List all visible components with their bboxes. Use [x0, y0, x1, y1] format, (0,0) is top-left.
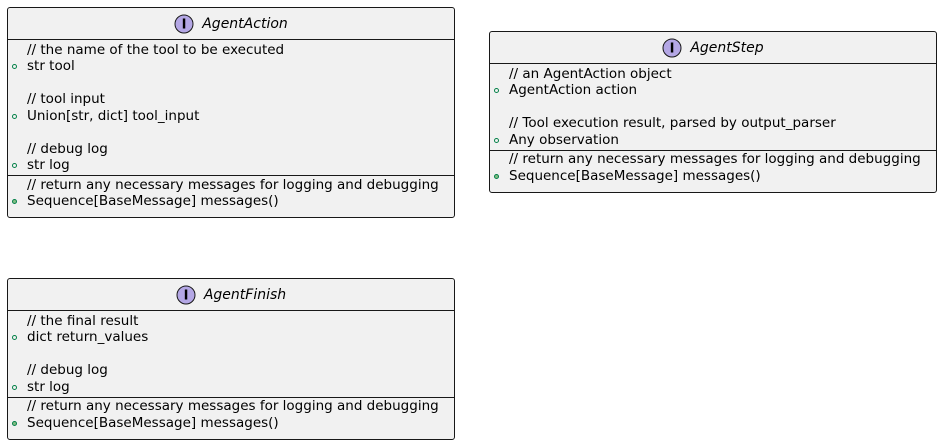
comment-text: // debug log — [27, 362, 108, 378]
comment-text: // debug log — [27, 140, 108, 157]
visibility-dot — [493, 173, 499, 179]
visibility-dot — [11, 199, 17, 205]
field-row: str log — [8, 379, 454, 396]
field-row: Any observation — [490, 132, 936, 149]
class-agentstep: I AgentStep // an AgentAction object AgentA… — [489, 31, 937, 193]
methods-compartment: // return any necessary messages for log… — [8, 396, 454, 433]
comment-text: // the name of the tool to be executed — [27, 41, 285, 58]
class-header: I AgentAction — [8, 8, 454, 40]
public-visibility-icon — [490, 88, 509, 94]
interface-letter: I — [183, 288, 188, 303]
field-text: dict return_values — [27, 329, 149, 345]
fields-compartment: // the final result dict return_values // … — [8, 311, 454, 397]
class-header: I AgentFinish — [8, 279, 454, 311]
comment-text: // return any necessary messages for log… — [27, 176, 439, 193]
class-name: AgentAction — [202, 15, 288, 32]
interface-icon: I — [662, 38, 682, 57]
blank-row — [8, 346, 454, 363]
visibility-dot — [11, 113, 17, 119]
interface-letter: I — [182, 17, 187, 32]
comment-row: // return any necessary messages for log… — [8, 399, 454, 416]
comment-row: // debug log — [8, 363, 454, 380]
visibility-dot — [11, 163, 17, 169]
comment-text: // tool input — [27, 91, 105, 107]
visibility-dot — [493, 137, 499, 143]
interface-icon: I — [176, 285, 196, 304]
method-text: Sequence[BaseMessage] messages() — [27, 414, 279, 431]
field-text: str tool — [27, 58, 75, 74]
field-row: AgentAction action — [490, 83, 936, 100]
public-visibility-icon — [8, 335, 27, 341]
fields-compartment: // the name of the tool to be executed st… — [8, 40, 454, 175]
blank-row — [490, 99, 936, 116]
comment-row: // Tool execution result, parsed by outp… — [490, 116, 936, 133]
public-visibility-icon — [8, 64, 27, 70]
comment-row: // an AgentAction object — [490, 66, 936, 83]
public-visibility-icon — [490, 173, 509, 179]
public-visibility-icon — [8, 384, 27, 390]
class-agentfinish: I AgentFinish // the final result dict retu… — [7, 278, 455, 440]
comment-text: // the final result — [27, 312, 139, 329]
comment-text: // Tool execution result, parsed by outp… — [509, 115, 836, 131]
comment-row: // debug log — [8, 141, 454, 158]
field-row: dict return_values — [8, 330, 454, 347]
public-visibility-icon — [8, 163, 27, 169]
method-text: Sequence[BaseMessage] messages() — [27, 193, 279, 209]
class-name: AgentStep — [690, 39, 764, 56]
visibility-dot — [11, 384, 17, 390]
fields-compartment: // an AgentAction object AgentAction acti… — [490, 64, 936, 150]
methods-compartment: // return any necessary messages for log… — [8, 175, 454, 211]
visibility-dot — [11, 335, 17, 341]
comment-text: // return any necessary messages for log… — [509, 151, 921, 167]
class-diagram-canvas: { "diagram": { "colors": { "box_fill": "… — [0, 0, 942, 446]
comment-row: // the final result — [8, 313, 454, 330]
visibility-dot — [11, 420, 17, 426]
public-visibility-icon — [8, 420, 27, 426]
interface-icon: I — [174, 14, 194, 33]
public-visibility-icon — [8, 199, 27, 205]
field-text: str log — [27, 157, 70, 173]
visibility-dot — [493, 88, 499, 94]
interface-letter: I — [670, 41, 675, 56]
method-text: Sequence[BaseMessage] messages() — [509, 167, 761, 184]
method-row: Sequence[BaseMessage] messages() — [8, 194, 454, 211]
comment-row: // return any necessary messages for log… — [8, 177, 454, 194]
public-visibility-icon — [8, 113, 27, 119]
visibility-dot — [11, 64, 17, 70]
methods-compartment: // return any necessary messages for log… — [490, 149, 936, 186]
comment-text: // return any necessary messages for log… — [27, 398, 439, 414]
public-visibility-icon — [490, 137, 509, 143]
comment-row: // return any necessary messages for log… — [490, 152, 936, 169]
comment-row: // tool input — [8, 92, 454, 109]
field-row: str log — [8, 158, 454, 175]
class-agentaction: I AgentAction // the name of the tool to b… — [7, 7, 455, 218]
field-row: str tool — [8, 59, 454, 76]
field-text: AgentAction action — [509, 82, 638, 98]
field-row: Union[str, dict] tool_input — [8, 108, 454, 125]
blank-row — [8, 125, 454, 142]
comment-text: // an AgentAction object — [509, 65, 672, 82]
comment-row: // the name of the tool to be executed — [8, 42, 454, 59]
method-row: Sequence[BaseMessage] messages() — [8, 415, 454, 432]
field-text: str log — [27, 378, 70, 395]
method-row: Sequence[BaseMessage] messages() — [490, 168, 936, 185]
blank-row — [8, 75, 454, 92]
field-text: Any observation — [509, 131, 619, 148]
class-name: AgentFinish — [203, 286, 287, 303]
class-header: I AgentStep — [490, 32, 936, 64]
field-text: Union[str, dict] tool_input — [27, 107, 200, 124]
